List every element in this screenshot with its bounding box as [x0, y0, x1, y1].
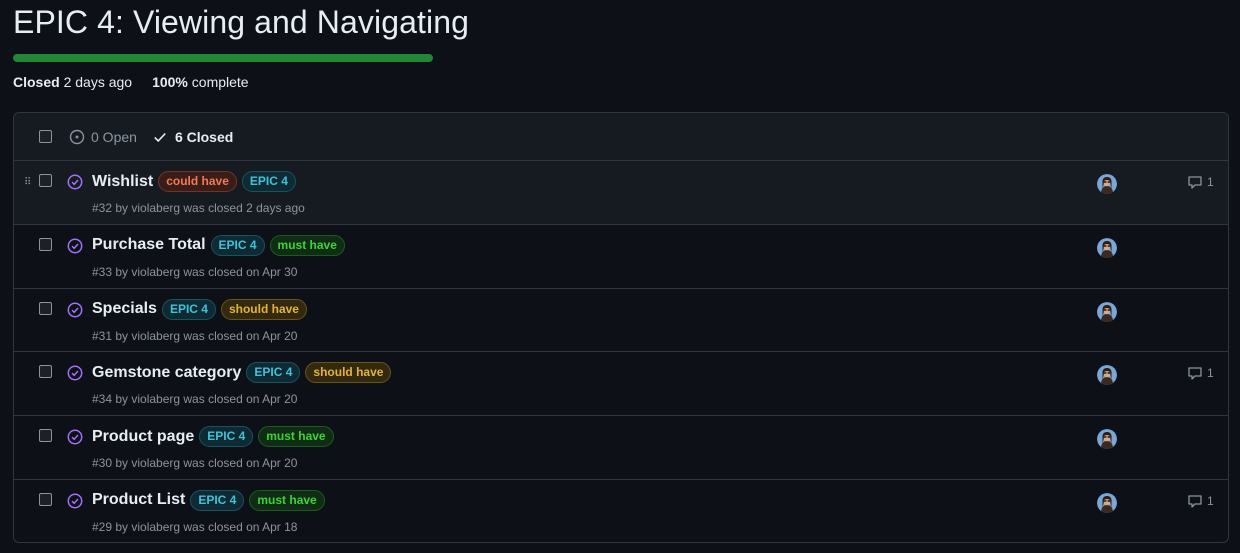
issue-open-icon [69, 129, 85, 144]
issue-title-link[interactable]: Gemstone category [92, 364, 241, 382]
avatar[interactable] [1097, 301, 1117, 322]
issues-header: 0 Open 6 Closed [14, 113, 1228, 161]
issue-title-line: Purchase Total EPIC 4 must have [92, 234, 345, 256]
issue-label[interactable]: must have [269, 234, 345, 256]
issue-title-line: Wishlist could have EPIC 4 [92, 171, 296, 192]
comments-link[interactable]: 1 [1187, 493, 1214, 509]
percent-complete: 100% complete [152, 74, 249, 90]
select-all-checkbox[interactable] [39, 130, 52, 143]
issue-closed-icon [67, 174, 83, 190]
issue-closed-icon [67, 429, 83, 445]
milestone-title: EPIC 4: Viewing and Navigating [13, 4, 470, 40]
issue-meta: #33 by violaberg was closed on Apr 30 [92, 264, 298, 279]
issue-title-link[interactable]: Product List [92, 491, 185, 509]
comment-icon [1188, 176, 1202, 189]
comment-count: 1 [1207, 493, 1214, 508]
issue-row[interactable]: Specials EPIC 4 should have #31 by violaber… [14, 289, 1228, 353]
closed-status-label: Closed [13, 74, 60, 90]
issue-label[interactable]: EPIC 4 [246, 362, 301, 384]
issue-row[interactable]: Purchase Total EPIC 4 must have #33 by viol… [14, 225, 1228, 289]
issue-label[interactable]: must have [258, 426, 334, 448]
issues-panel: 0 Open 6 Closed ⠿ Wishlist could have EPIC … [13, 112, 1229, 543]
issue-closed-icon [67, 365, 83, 381]
avatar[interactable] [1097, 429, 1117, 450]
issue-label[interactable]: must have [249, 489, 325, 511]
issue-list: ⠿ Wishlist could have EPIC 4 #32 by violaber… [14, 161, 1228, 542]
open-filter-label: 0 Open [91, 128, 137, 145]
issue-title-line: Product List EPIC 4 must have [92, 489, 325, 511]
issue-label[interactable]: should have [305, 362, 392, 384]
closed-status: Closed 2 days ago [13, 74, 132, 90]
issue-label[interactable]: EPIC 4 [190, 489, 245, 511]
issue-checkbox[interactable] [39, 174, 52, 187]
comment-icon [1188, 495, 1202, 508]
issue-closed-icon [67, 493, 83, 509]
issue-checkbox[interactable] [39, 301, 52, 315]
issue-closed-icon [67, 238, 83, 254]
issue-row[interactable]: Gemstone category EPIC 4 should have #34 by… [14, 352, 1228, 417]
progress-fill [13, 54, 433, 62]
issue-title-link[interactable]: Wishlist [92, 173, 153, 191]
issue-title-line: Specials EPIC 4 should have [92, 298, 307, 320]
avatar[interactable] [1097, 492, 1117, 513]
issue-title-link[interactable]: Product page [92, 428, 194, 446]
milestone-meta: Closed 2 days ago 100% complete [13, 74, 249, 90]
closed-filter-label: 6 Closed [174, 128, 234, 145]
drag-handle-icon[interactable]: ⠿ [24, 178, 31, 188]
open-filter[interactable]: 0 Open [69, 129, 137, 145]
avatar[interactable] [1097, 174, 1117, 194]
comments-link[interactable]: 1 [1187, 174, 1214, 190]
issue-row[interactable]: Product List EPIC 4 must have #29 by violab… [14, 480, 1228, 542]
issue-meta: #32 by violaberg was closed 2 days ago [92, 201, 305, 215]
closed-status-time: 2 days ago [63, 74, 133, 90]
issue-closed-icon [67, 302, 83, 318]
percent-value: 100% [152, 74, 188, 90]
issue-row[interactable]: Product page EPIC 4 must have #30 by violab… [14, 416, 1228, 480]
issue-meta: #29 by violaberg was closed on Apr 18 [92, 519, 298, 534]
issue-title-link[interactable]: Specials [92, 300, 157, 318]
issue-title-link[interactable]: Purchase Total [92, 236, 206, 254]
issue-title-line: Gemstone category EPIC 4 should have [92, 362, 392, 384]
comments-link[interactable]: 1 [1187, 365, 1214, 381]
issue-meta: #31 by violaberg was closed on Apr 20 [92, 328, 298, 343]
issue-checkbox[interactable] [39, 429, 52, 443]
issue-meta: #34 by violaberg was closed on Apr 20 [92, 392, 298, 407]
issue-label[interactable]: EPIC 4 [161, 298, 216, 320]
issue-label[interactable]: EPIC 4 [199, 426, 254, 448]
check-icon [154, 132, 166, 142]
issue-label[interactable]: EPIC 4 [241, 171, 296, 192]
issue-checkbox[interactable] [39, 365, 52, 379]
issue-title-line: Product page EPIC 4 must have [92, 426, 334, 448]
issue-checkbox[interactable] [39, 237, 52, 251]
avatar[interactable] [1097, 365, 1117, 386]
issue-label[interactable]: could have [158, 171, 237, 192]
comment-count: 1 [1207, 175, 1214, 189]
comment-icon [1188, 367, 1202, 381]
issue-label[interactable]: EPIC 4 [210, 234, 265, 256]
issue-checkbox[interactable] [39, 492, 52, 506]
issue-row[interactable]: ⠿ Wishlist could have EPIC 4 #32 by violaber… [14, 161, 1228, 225]
percent-suffix: complete [191, 74, 249, 90]
comment-count: 1 [1207, 366, 1214, 381]
closed-filter[interactable]: 6 Closed [153, 129, 233, 145]
avatar[interactable] [1097, 237, 1117, 258]
issue-label[interactable]: should have [220, 298, 307, 320]
progress-bar [13, 54, 433, 62]
issue-meta: #30 by violaberg was closed on Apr 20 [92, 456, 298, 471]
